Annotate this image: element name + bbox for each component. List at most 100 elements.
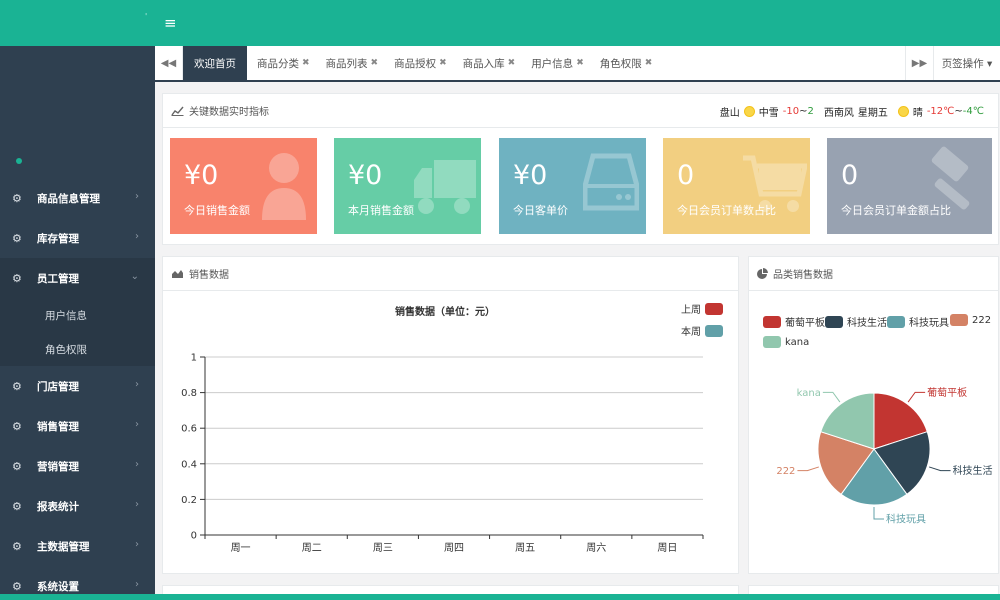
- kpi-card-avg-order[interactable]: ¥0 今日客单价: [499, 138, 646, 234]
- sidebar-item-label: 报表统计: [37, 500, 79, 513]
- tab-bar: ◀◀ 欢迎首页 商品分类 ✖ 商品列表 ✖ 商品授权 ✖ 商品入库 ✖ 用户信息 ✖ 角色权限 ✖ ▶▶…: [155, 46, 1000, 82]
- pie-slice-label: 葡萄平板: [927, 386, 967, 399]
- pie-label-line: [822, 391, 841, 403]
- sidebar-item[interactable]: ⚙ 主数据管理 ›: [0, 526, 155, 566]
- sidebar-menu: ⚙ 商品信息管理 › ⚙ 库存管理 › ⚙ 员工管理 ⌄ 用户信息 角色权限 ⚙ 门店管理 › ⚙ 销售管理 ›…: [0, 178, 155, 600]
- sidebar-item-label: 门店管理: [37, 380, 79, 393]
- tab[interactable]: 欢迎首页: [183, 46, 247, 80]
- chevron-right-icon: ›: [135, 499, 139, 510]
- kpi-card-member-amount-ratio[interactable]: 0 今日会员订单金额占比: [827, 138, 992, 234]
- x-tick-label: 周二: [302, 542, 322, 554]
- kpi-value: ¥0: [513, 160, 548, 191]
- gears-icon: ⚙: [12, 231, 22, 245]
- pie-slice-label: 科技生活: [953, 464, 993, 477]
- legend-label: 科技玩具: [909, 318, 949, 329]
- pie-legend-item[interactable]: 葡萄平板: [763, 314, 825, 329]
- kpi-card-today-sales[interactable]: ¥0 今日销售金额: [170, 138, 317, 234]
- sidebar-item-label: 库存管理: [37, 232, 79, 245]
- cart-icon: [743, 155, 807, 212]
- legend-swatch: [950, 314, 968, 326]
- sidebar-item[interactable]: ⚙ 库存管理 ›: [0, 218, 155, 258]
- tab-close-icon[interactable]: ✖: [508, 58, 516, 68]
- sidebar-item[interactable]: ⚙ 销售管理 ›: [0, 406, 155, 446]
- gears-icon: ⚙: [12, 419, 22, 433]
- tab-close-icon[interactable]: ✖: [371, 58, 379, 68]
- legend-swatch[interactable]: [705, 325, 723, 337]
- tab-close-icon[interactable]: ✖: [439, 58, 447, 68]
- sidebar-item-label: 商品信息管理: [37, 192, 100, 205]
- weather-weekday: 星期五: [857, 108, 888, 119]
- kpi-card-month-sales[interactable]: ¥0 本月销售金额: [334, 138, 481, 234]
- y-tick-label: 0.6: [181, 424, 197, 435]
- x-tick-label: 周六: [586, 542, 606, 554]
- y-tick-label: 0.2: [181, 495, 197, 506]
- sidebar-item[interactable]: ⚙ 报表统计 ›: [0, 486, 155, 526]
- tab[interactable]: 用户信息 ✖: [521, 46, 590, 80]
- kpi-panel-title: 关键数据实时指标: [189, 107, 269, 118]
- weather-tomorrow-cond: 晴: [912, 108, 923, 119]
- status-dot-icon: [16, 158, 22, 164]
- kpi-panel: 关键数据实时指标 盘山 中雪 -10~2 西南风 星期五 晴 -12℃~-4℃ …: [162, 93, 999, 245]
- legend-label: 上周: [681, 304, 701, 316]
- weather-city: 盘山: [719, 108, 740, 119]
- tab-label: 用户信息: [531, 57, 574, 70]
- tab-close-icon[interactable]: ✖: [302, 58, 310, 68]
- hamburger-icon[interactable]: ≡: [164, 14, 177, 32]
- pie-chart-icon: [757, 268, 768, 279]
- tab[interactable]: 商品列表 ✖: [316, 46, 385, 80]
- sidebar-item[interactable]: ⚙ 营销管理 ›: [0, 446, 155, 486]
- kpi-card-member-order-ratio[interactable]: 0 今日会员订单数占比: [663, 138, 810, 234]
- tab-label: 商品入库: [462, 57, 505, 70]
- legend-label: 葡萄平板: [785, 318, 825, 329]
- tab-close-icon[interactable]: ✖: [645, 58, 653, 68]
- y-tick-label: 0.4: [181, 459, 197, 470]
- tab-label: 商品列表: [325, 57, 368, 70]
- x-tick-label: 周日: [657, 542, 677, 554]
- tab-list: 欢迎首页 商品分类 ✖ 商品列表 ✖ 商品授权 ✖ 商品入库 ✖ 用户信息 ✖ 角色权限 ✖: [183, 46, 658, 80]
- sidebar-item-label: 主数据管理: [37, 540, 90, 553]
- legend-label: 222: [972, 314, 992, 326]
- tab[interactable]: 商品授权 ✖: [384, 46, 453, 80]
- sales-panel-header: 销售数据: [163, 257, 738, 291]
- sidebar-item[interactable]: ⚙ 员工管理 ⌄: [0, 258, 155, 298]
- chevron-right-icon: ›: [135, 459, 139, 470]
- tab-scroll-right-icon[interactable]: ▶▶: [905, 46, 933, 80]
- pie-legend-item[interactable]: 科技玩具: [887, 314, 949, 329]
- tab-label: 欢迎首页: [194, 57, 236, 70]
- legend-label: 科技生活: [847, 318, 887, 329]
- pie-slice-label: kana: [797, 388, 821, 399]
- legend-swatch[interactable]: [705, 303, 723, 315]
- line-chart-icon: [171, 106, 184, 116]
- kpi-label: 今日销售金额: [184, 204, 250, 217]
- tab-actions-dropdown[interactable]: 页签操作 ▾: [933, 46, 1000, 80]
- weather-tomorrow-low: -4℃: [962, 106, 984, 117]
- bottom-strip: [0, 594, 1000, 600]
- tab[interactable]: 角色权限 ✖: [590, 46, 659, 80]
- user-icon: [262, 153, 306, 220]
- tab-label: 商品分类: [257, 57, 299, 70]
- pie-legend-item[interactable]: 科技生活: [825, 314, 887, 329]
- weather-today-high: 2: [807, 106, 814, 117]
- gears-icon: ⚙: [12, 379, 22, 393]
- gavel-icon: [931, 146, 970, 210]
- weather-tomorrow-high: -12℃: [926, 106, 955, 117]
- pie-legend-item[interactable]: 222: [950, 314, 991, 326]
- sidebar-subitem[interactable]: 用户信息: [0, 298, 155, 332]
- tab-label: 商品授权: [394, 57, 437, 70]
- chevron-right-icon: ›: [135, 579, 139, 590]
- pie-label-line: [873, 507, 884, 520]
- y-tick-label: 0: [191, 531, 197, 542]
- hard-drive-icon: [583, 153, 639, 211]
- tab[interactable]: 商品入库 ✖: [453, 46, 522, 80]
- sidebar-subitem[interactable]: 角色权限: [0, 332, 155, 366]
- tab-scroll-left-icon[interactable]: ◀◀: [155, 46, 183, 80]
- pie-legend-item[interactable]: kana: [763, 336, 809, 348]
- pie-label-line: [797, 466, 819, 472]
- tab-close-icon[interactable]: ✖: [576, 58, 584, 68]
- sidebar-item[interactable]: ⚙ 商品信息管理 ›: [0, 178, 155, 218]
- kpi-value: 0: [677, 160, 695, 191]
- y-tick-label: 0.8: [181, 388, 197, 399]
- kpi-value: ¥0: [348, 160, 383, 191]
- sidebar-item[interactable]: ⚙ 门店管理 ›: [0, 366, 155, 406]
- tab[interactable]: 商品分类 ✖: [247, 46, 316, 80]
